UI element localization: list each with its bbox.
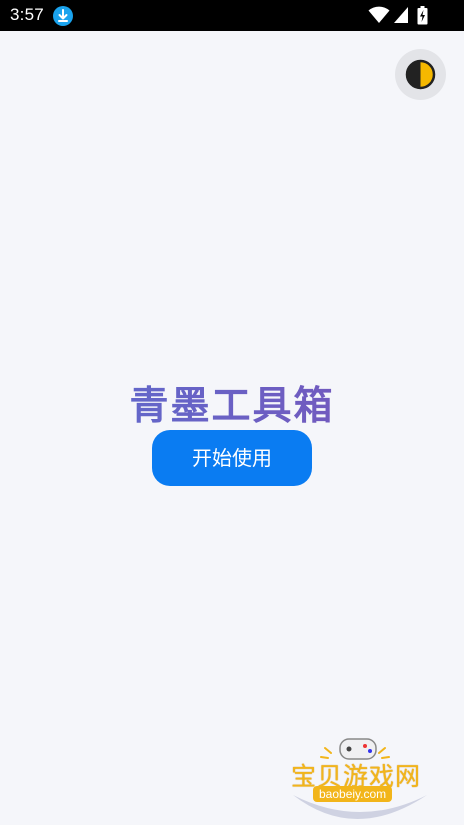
status-bar: 3:57 [0, 0, 464, 31]
battery-charging-icon [417, 6, 428, 25]
download-icon [53, 6, 73, 26]
status-time: 3:57 [10, 5, 44, 24]
start-button[interactable]: 开始使用 [152, 430, 312, 486]
watermark-url: baobeiy.com [313, 786, 393, 802]
theme-toggle-button[interactable] [395, 49, 446, 100]
contrast-icon [405, 59, 436, 90]
watermark-logo: 宝贝游戏网 baobeiy.com [285, 733, 435, 825]
wifi-icon [368, 6, 390, 23]
app-title: 青墨工具箱 [0, 375, 464, 431]
signal-icon [394, 7, 408, 23]
